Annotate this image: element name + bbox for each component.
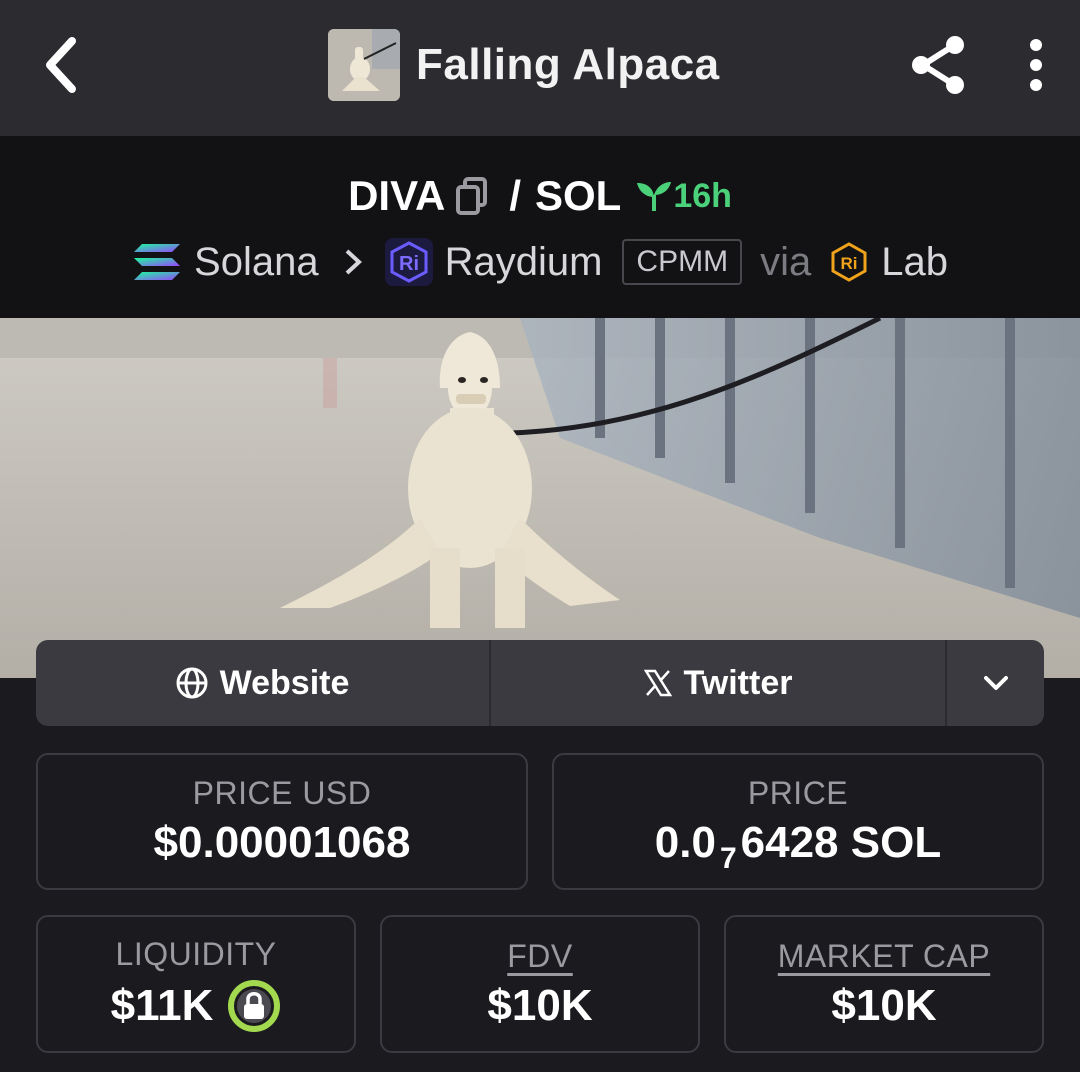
twitter-label: Twitter bbox=[683, 663, 793, 702]
sprout-icon bbox=[637, 182, 672, 211]
via-label: via bbox=[760, 239, 812, 284]
launchpad-name[interactable]: Lab bbox=[881, 240, 948, 285]
launchlab-icon: Ri bbox=[831, 242, 867, 282]
liquidity-value-row: $11K bbox=[111, 979, 282, 1033]
svg-text:Ri: Ri bbox=[399, 253, 419, 275]
lock-icon[interactable] bbox=[227, 979, 281, 1033]
market-cap-label[interactable]: MARKET CAP bbox=[778, 938, 990, 975]
liquidity-value: $11K bbox=[110, 980, 214, 1030]
quote-token: SOL bbox=[534, 172, 622, 219]
globe-icon bbox=[176, 667, 208, 699]
chevron-left-icon bbox=[46, 37, 76, 93]
pair-age: 16h bbox=[635, 177, 732, 216]
back-button[interactable] bbox=[30, 30, 90, 100]
pair-section: DIVA / SOL 16h Solana Ri Raydium CPMM vi… bbox=[0, 136, 1080, 318]
pair-separator: / bbox=[509, 172, 521, 219]
token-banner-image bbox=[0, 318, 1080, 678]
svg-text:Ri: Ri bbox=[841, 254, 858, 273]
solana-icon bbox=[134, 244, 181, 280]
share-button[interactable] bbox=[905, 32, 971, 98]
token-avatar bbox=[328, 29, 400, 101]
price-native-value: 0.0 7 6428 SOL bbox=[654, 818, 942, 875]
price-zero-count: 7 bbox=[719, 842, 737, 875]
top-bar: Falling Alpaca bbox=[0, 0, 1080, 136]
fdv-card: FDV $10K bbox=[380, 915, 700, 1053]
website-button[interactable]: Website bbox=[36, 640, 491, 726]
liquidity-label: LIQUIDITY bbox=[115, 935, 277, 972]
x-logo-icon bbox=[643, 669, 672, 697]
price-native-card: PRICE 0.0 7 6428 SOL bbox=[552, 753, 1044, 890]
pair-line: DIVA / SOL 16h bbox=[0, 168, 1080, 224]
chain-line: Solana Ri Raydium CPMM via Ri Lab bbox=[0, 230, 1080, 294]
copy-icon[interactable] bbox=[455, 177, 489, 215]
price-prefix: 0.0 bbox=[654, 818, 716, 867]
dex-name[interactable]: Raydium bbox=[445, 240, 603, 285]
more-vertical-icon bbox=[1030, 39, 1042, 91]
price-usd-value: $0.00001068 bbox=[153, 818, 411, 867]
social-links-bar: Website Twitter bbox=[36, 640, 1044, 726]
price-usd-label: PRICE USD bbox=[192, 775, 372, 811]
page-title: Falling Alpaca bbox=[416, 40, 720, 89]
chain-name[interactable]: Solana bbox=[194, 240, 319, 285]
more-options-button[interactable] bbox=[1010, 32, 1062, 98]
title-group: Falling Alpaca bbox=[328, 28, 720, 102]
fdv-label[interactable]: FDV bbox=[507, 938, 573, 975]
price-label: PRICE bbox=[747, 775, 849, 811]
chevron-right-icon bbox=[345, 249, 362, 275]
market-cap-card: MARKET CAP $10K bbox=[724, 915, 1044, 1053]
liquidity-card: LIQUIDITY $11K bbox=[36, 915, 356, 1053]
raydium-icon: Ri bbox=[384, 238, 433, 286]
twitter-button[interactable]: Twitter bbox=[491, 640, 947, 726]
more-links-button[interactable] bbox=[947, 640, 1044, 726]
fdv-value: $10K bbox=[487, 980, 593, 1030]
share-icon bbox=[912, 36, 964, 94]
price-digits: 6428 SOL bbox=[740, 818, 942, 867]
base-token: DIVA bbox=[348, 172, 446, 219]
pool-type-badge: CPMM bbox=[622, 239, 743, 285]
price-usd-card: PRICE USD $0.00001068 bbox=[36, 753, 528, 890]
market-cap-value: $10K bbox=[831, 980, 937, 1030]
website-label: Website bbox=[219, 663, 350, 702]
chevron-down-icon bbox=[983, 676, 1008, 690]
pair-age-text: 16h bbox=[673, 176, 732, 215]
